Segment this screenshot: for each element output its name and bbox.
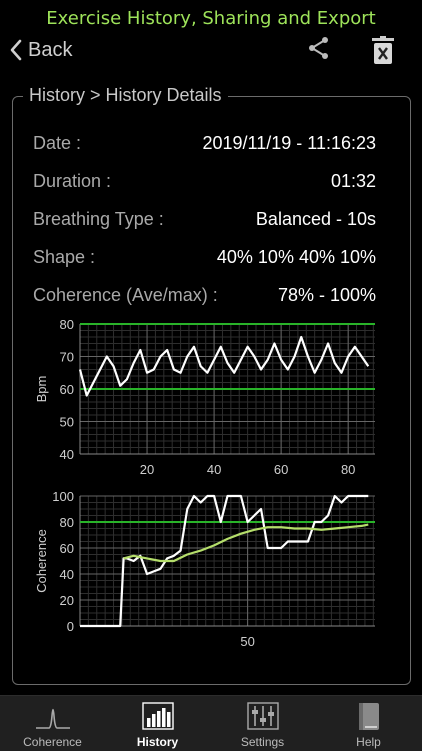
chevron-left-icon xyxy=(10,39,22,61)
y-tick-label: 60 xyxy=(60,541,74,556)
detail-row-date: Date : 2019/11/19 - 11:16:23 xyxy=(33,133,376,154)
tab-bar: Coherence History Settings Help xyxy=(0,695,422,751)
share-icon[interactable] xyxy=(306,36,332,60)
detail-label: Coherence (Ave/max) : xyxy=(33,285,218,305)
y-tick-label: 40 xyxy=(60,567,74,582)
x-tick-label: 20 xyxy=(140,462,154,477)
y-axis-label: Coherence xyxy=(34,529,49,593)
detail-value: 40% 10% 40% 10% xyxy=(216,247,376,267)
detail-value: 01:32 xyxy=(330,171,376,191)
detail-label: Duration : xyxy=(33,171,112,191)
detail-label: Breathing Type : xyxy=(33,209,164,229)
tab-label: Settings xyxy=(240,735,285,749)
breadcrumb: History > History Details xyxy=(23,85,228,106)
detail-value: 78% - 100% xyxy=(277,285,376,305)
y-tick-label: 70 xyxy=(60,350,74,365)
back-label: Back xyxy=(28,38,73,61)
tab-coherence[interactable]: Coherence xyxy=(0,696,105,751)
detail-label: Date : xyxy=(33,133,82,153)
detail-value: 2019/11/19 - 11:16:23 xyxy=(202,133,376,153)
bpm-chart: 80 70 60 50 40 20 40 60 80 Bpm xyxy=(34,317,375,477)
bpm-series-line xyxy=(78,335,370,397)
x-tick-label: 50 xyxy=(240,634,254,649)
tab-label: History xyxy=(136,735,179,749)
back-button[interactable]: Back xyxy=(10,36,72,64)
coherence-chart: 100 80 60 40 20 0 50 Coherence xyxy=(34,489,375,649)
detail-row-coherence: Coherence (Ave/max) : 78% - 100% xyxy=(33,285,376,306)
tab-label: Coherence xyxy=(23,735,82,749)
y-tick-label: 80 xyxy=(60,515,74,530)
tab-label: Help xyxy=(356,735,381,749)
tab-help[interactable]: Help xyxy=(316,696,421,751)
coherence-peak-icon xyxy=(35,708,70,729)
tab-history[interactable]: History xyxy=(105,696,210,751)
app-banner: Exercise History, Sharing and Export xyxy=(46,8,376,29)
tab-settings[interactable]: Settings xyxy=(210,696,315,751)
nav-bar: Back xyxy=(0,30,422,70)
y-tick-label: 20 xyxy=(60,593,74,608)
detail-label: Shape : xyxy=(33,247,96,267)
trash-icon[interactable] xyxy=(370,36,396,66)
y-tick-label: 40 xyxy=(60,447,74,462)
help-book-icon xyxy=(358,703,379,730)
y-tick-label: 100 xyxy=(52,489,74,504)
detail-row-shape: Shape : 40% 10% 40% 10% xyxy=(33,247,376,268)
y-tick-label: 50 xyxy=(60,415,74,430)
x-tick-label: 80 xyxy=(341,462,355,477)
history-bars-icon xyxy=(141,702,174,730)
x-tick-label: 40 xyxy=(207,462,221,477)
y-tick-label: 80 xyxy=(60,317,74,332)
y-axis-label: Bpm xyxy=(34,376,49,403)
y-tick-label: 60 xyxy=(60,382,74,397)
settings-sliders-icon xyxy=(246,702,279,730)
detail-value: Balanced - 10s xyxy=(255,209,376,229)
detail-row-duration: Duration : 01:32 xyxy=(33,171,376,192)
x-tick-label: 60 xyxy=(274,462,288,477)
y-tick-label: 0 xyxy=(67,619,74,634)
detail-row-breathing-type: Breathing Type : Balanced - 10s xyxy=(33,209,376,230)
